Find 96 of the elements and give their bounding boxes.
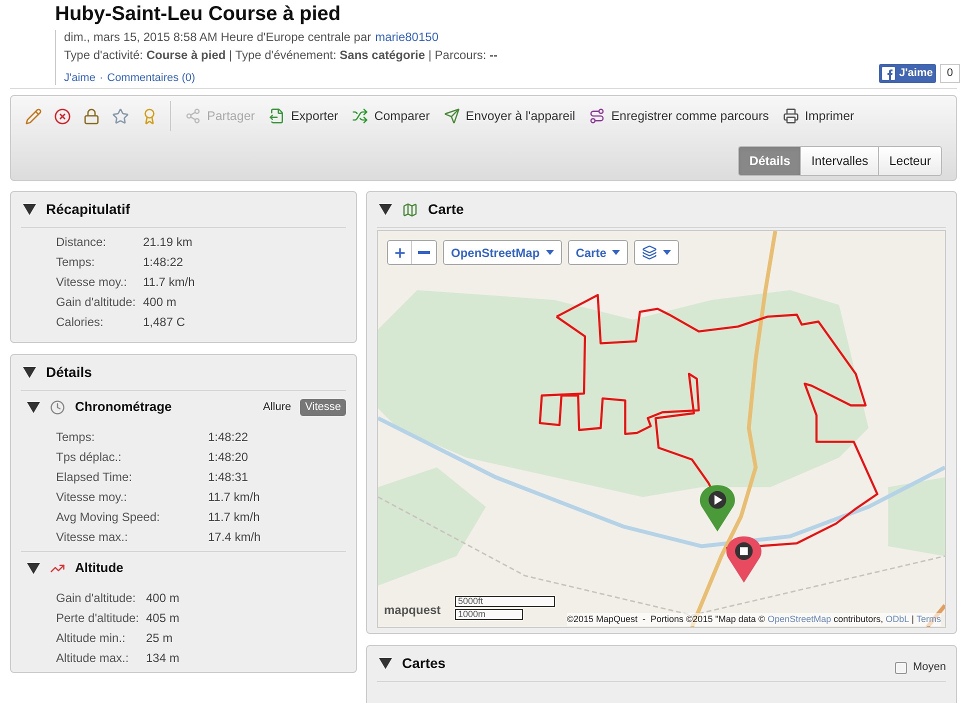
stat-value: 1:48:22 — [143, 255, 184, 269]
toolbar-action[interactable]: Envoyer à l'appareil — [444, 106, 576, 126]
stat-label: Vitesse moy.: — [56, 275, 128, 289]
toolbar-action[interactable]: Comparer — [352, 106, 430, 126]
panel-title: Détails — [46, 363, 92, 382]
caret-icon — [546, 250, 554, 255]
average-checkbox[interactable] — [894, 662, 907, 674]
stat-label: Temps: — [56, 430, 96, 444]
stat-value: 405 m — [146, 611, 180, 625]
collapse-triangle-icon[interactable] — [379, 204, 392, 215]
stat-value: 17.4 km/h — [208, 530, 261, 544]
collapse-triangle-icon[interactable] — [27, 562, 40, 574]
stat-value: 1:48:20 — [208, 450, 248, 464]
stat-value: 1,487 C — [143, 315, 186, 329]
scale-bar: 1000m — [455, 609, 523, 620]
toolbar-action[interactable]: Exporter — [268, 106, 338, 126]
section-title: Chronométrage — [75, 398, 173, 416]
stat-label: Vitesse moy.: — [56, 490, 128, 504]
stat-value: 400 m — [143, 295, 176, 309]
like-count: 0 — [940, 64, 960, 83]
stat-label: Calories: — [56, 315, 104, 329]
stat-value: 11.7 km/h — [143, 275, 195, 289]
lock-icon[interactable] — [83, 108, 100, 124]
attribution-text: | — [910, 612, 915, 626]
plus-icon — [392, 246, 406, 260]
scale-bar: 5000ft — [455, 596, 555, 607]
share-icon — [185, 108, 201, 124]
unit-toggle[interactable]: Vitesse — [300, 398, 346, 416]
stat-label: Vitesse max.: — [56, 530, 129, 544]
printer-icon — [782, 108, 799, 124]
stat-label: Avg Moving Speed: — [56, 510, 161, 524]
attribution-text: contributors, — [832, 612, 884, 626]
average-label: Moyen — [912, 660, 946, 676]
route-icon — [589, 108, 606, 124]
send-icon — [444, 108, 460, 124]
attribution-text: ©2015 MapQuest - Portions ©2015 "Map data © — [566, 612, 766, 626]
stat-label: Altitude min.: — [56, 631, 126, 645]
facebook-icon — [882, 67, 896, 80]
caret-icon — [612, 250, 620, 255]
stat-value: 1:48:31 — [208, 470, 248, 484]
stat-label: Distance: — [56, 235, 108, 249]
stat-value: 11.7 km/h — [208, 510, 260, 524]
stat-value: 1:48:22 — [208, 430, 248, 444]
layers-dropdown[interactable] — [634, 240, 680, 265]
stat-label: Altitude max.: — [56, 651, 130, 665]
stat-value: 21.19 km — [143, 235, 192, 249]
unit-toggle[interactable]: Allure — [258, 398, 296, 416]
stat-label: Gain d'altitude: — [56, 591, 137, 605]
export-icon — [268, 108, 285, 124]
mapquest-logo: mapquest — [384, 602, 441, 619]
section-title: Altitude — [75, 559, 124, 578]
facebook-like-button[interactable]: J'aime — [879, 64, 936, 83]
user-link[interactable]: marie80150 — [375, 30, 438, 44]
star-icon[interactable] — [112, 108, 129, 124]
panel-title: Cartes — [402, 654, 446, 673]
map-view-dropdown[interactable]: Carte — [568, 240, 628, 265]
attribution-link[interactable]: OpenStreetMap — [768, 612, 832, 626]
layers-icon — [642, 245, 658, 260]
shuffle-icon — [352, 108, 368, 124]
stat-label: Tps déplac.: — [56, 450, 122, 464]
clock-icon — [50, 400, 65, 414]
toolbar-action[interactable]: Enregistrer comme parcours — [589, 106, 769, 126]
panel-title: Carte — [428, 200, 464, 219]
collapse-triangle-icon[interactable] — [379, 658, 392, 669]
collapse-triangle-icon[interactable] — [27, 402, 40, 412]
view-tab[interactable]: Détails — [738, 146, 802, 176]
panel-title: Récapitulatif — [46, 200, 130, 219]
stat-label: Perte d'altitude: — [56, 611, 140, 625]
toolbar-action[interactable]: Imprimer — [782, 106, 854, 126]
stat-value: 134 m — [146, 651, 180, 665]
map-provider-dropdown[interactable]: OpenStreetMap — [443, 240, 562, 265]
date-line: dim., mars 15, 2015 8:58 AM Heure d'Europe centrale par — [64, 30, 372, 44]
map-icon — [402, 202, 418, 218]
pencil-icon[interactable] — [25, 108, 42, 124]
collapse-triangle-icon[interactable] — [23, 204, 36, 215]
separator: · — [99, 71, 104, 85]
end-marker-icon[interactable] — [726, 536, 762, 583]
minus-icon — [418, 251, 430, 254]
collapse-triangle-icon[interactable] — [23, 367, 36, 378]
stat-value: 11.7 km/h — [208, 490, 260, 504]
comments-link[interactable]: Commentaires (0) — [107, 71, 196, 85]
delete-icon[interactable] — [54, 108, 71, 124]
activity-title: Huby-Saint-Leu Course à pied — [55, 2, 342, 26]
like-link[interactable]: J'aime — [64, 71, 96, 85]
caret-icon — [663, 250, 672, 255]
stat-label: Gain d'altitude: — [56, 295, 137, 309]
stat-value: 25 m — [146, 631, 173, 645]
stat-value: 400 m — [146, 591, 180, 605]
view-tab[interactable]: Intervalles — [800, 146, 880, 176]
license-link[interactable]: ODbL — [886, 612, 910, 626]
terms-link[interactable]: Terms — [916, 612, 941, 626]
view-tab[interactable]: Lecteur — [878, 146, 942, 176]
stat-label: Temps: — [56, 255, 96, 269]
start-marker-icon[interactable] — [700, 485, 735, 532]
stat-label: Elapsed Time: — [56, 470, 134, 484]
activity-type-line: Type d'activité: Course à pied | Type d'événement: Sans catégorie | Parcours: -- — [64, 48, 498, 62]
